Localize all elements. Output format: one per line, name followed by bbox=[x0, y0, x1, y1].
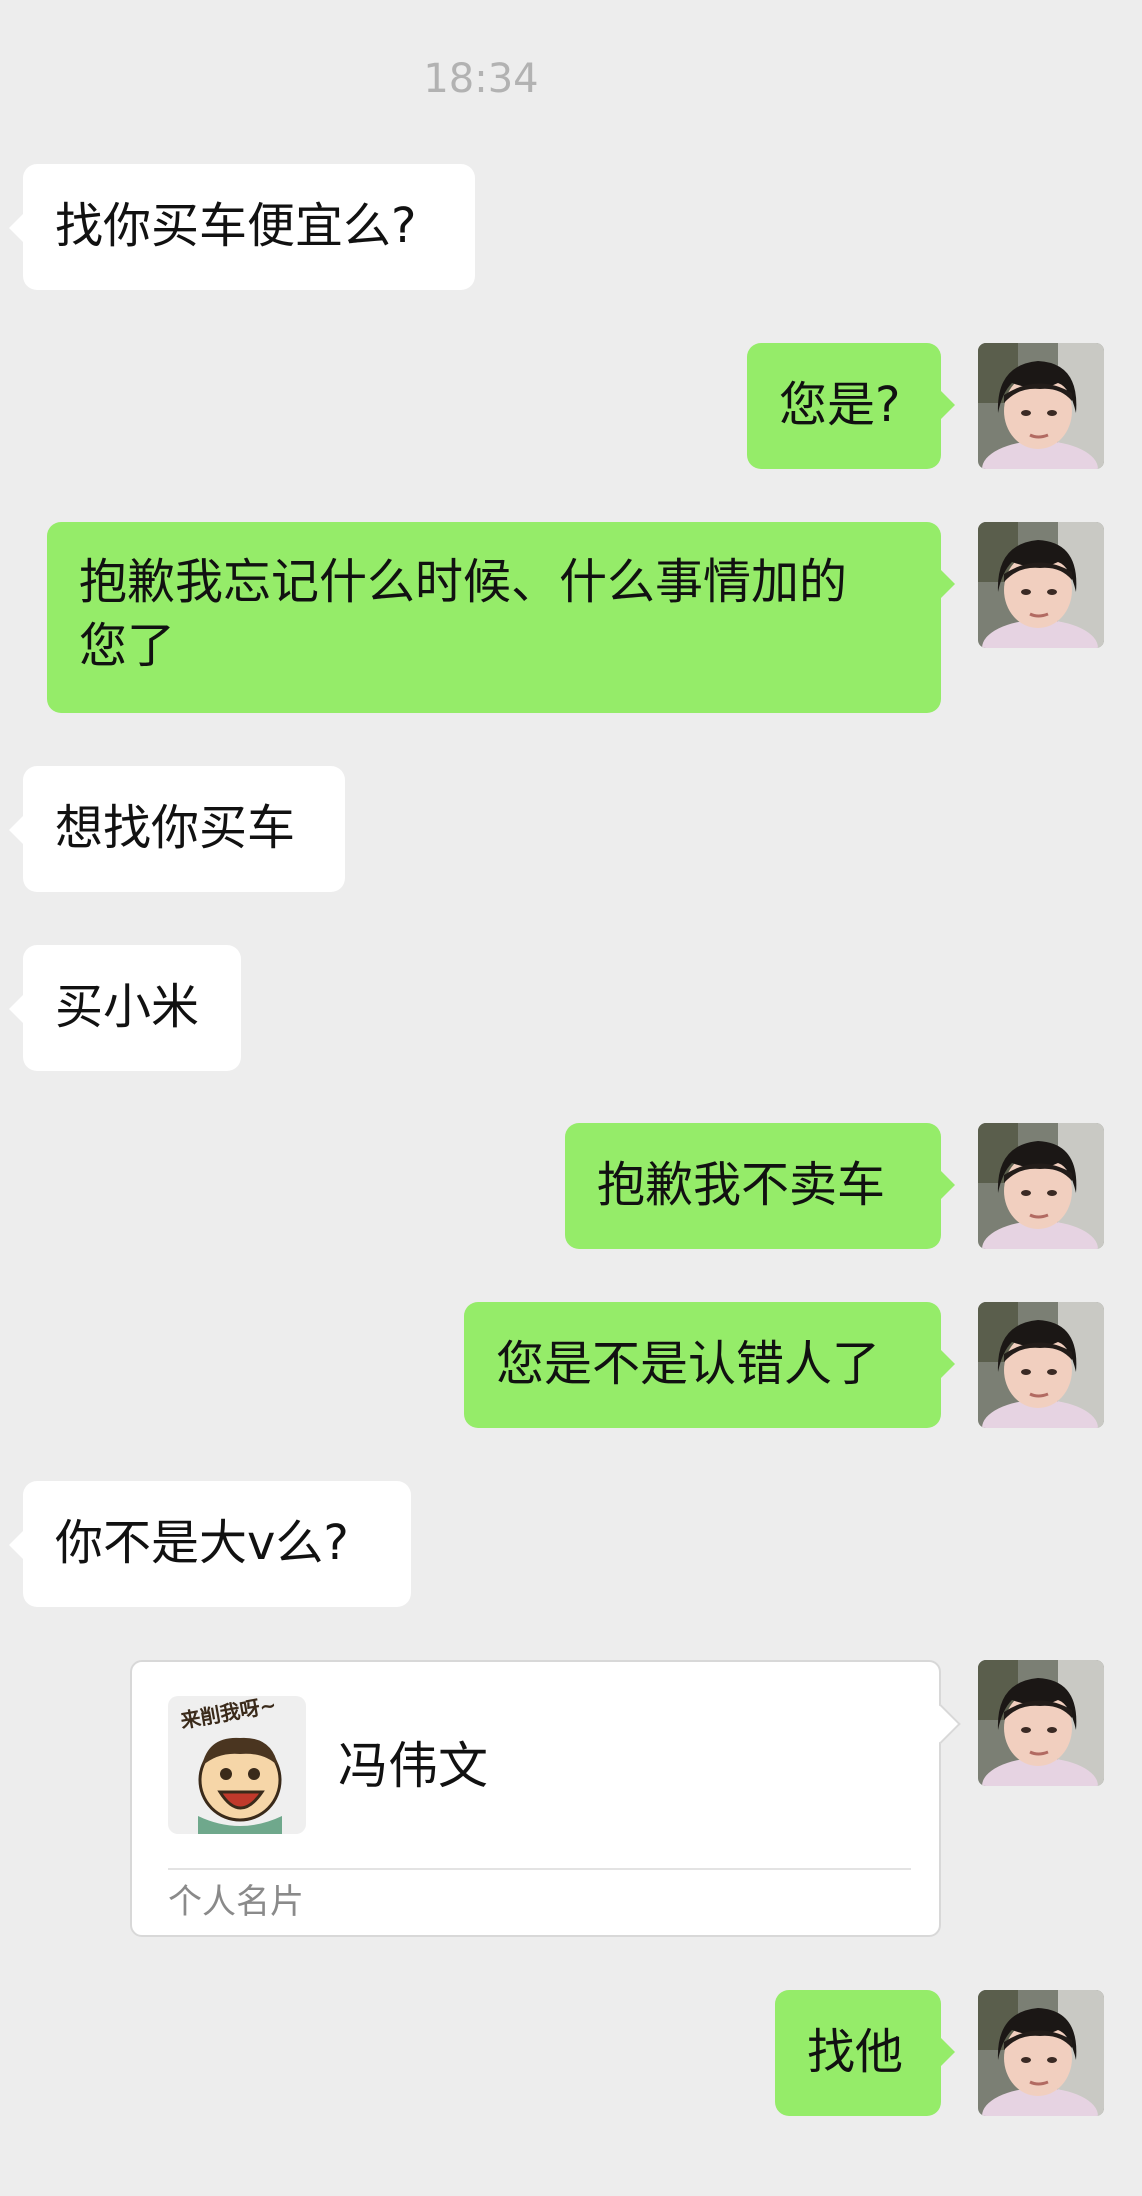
contact-card-label: 个人名片 bbox=[168, 1882, 304, 1922]
chat-timestamp: 18:34 bbox=[423, 56, 539, 102]
sticker-face-icon: 来削我呀~ bbox=[178, 1696, 282, 1834]
contact-card[interactable]: 来削我呀~ 冯伟文 个人名片 bbox=[130, 1660, 941, 1937]
user-avatar[interactable] bbox=[978, 522, 1104, 648]
message-bubble-incoming[interactable]: 想找你买车 bbox=[9, 766, 345, 892]
sticker-caption: 来削我呀~ bbox=[178, 1696, 278, 1733]
message-bubble-incoming[interactable]: 找你买车便宜么? bbox=[9, 164, 475, 290]
message-bubble-outgoing[interactable]: 找他 bbox=[775, 1990, 955, 2116]
message-bubble-incoming[interactable]: 买小米 bbox=[9, 945, 241, 1071]
user-avatar[interactable] bbox=[978, 1990, 1104, 2116]
message-bubble-incoming[interactable]: 你不是大v么? bbox=[9, 1481, 411, 1607]
avatar-photo-icon bbox=[978, 522, 1104, 648]
avatar-photo-icon bbox=[978, 343, 1104, 469]
contact-card-name: 冯伟文 bbox=[338, 1737, 488, 1795]
user-avatar[interactable] bbox=[978, 1302, 1104, 1428]
avatar-photo-icon bbox=[978, 1990, 1104, 2116]
message-bubble-outgoing[interactable]: 抱歉我忘记什么时候、什么事情加的 您了 bbox=[47, 522, 955, 713]
user-avatar[interactable] bbox=[978, 343, 1104, 469]
user-avatar[interactable] bbox=[978, 1660, 1104, 1786]
avatar-photo-icon bbox=[978, 1302, 1104, 1428]
contact-card-divider bbox=[168, 1868, 911, 1870]
contact-card-avatar: 来削我呀~ bbox=[168, 1696, 306, 1834]
message-bubble-outgoing[interactable]: 您是? bbox=[747, 343, 955, 469]
message-bubble-outgoing[interactable]: 抱歉我不卖车 bbox=[565, 1123, 955, 1249]
user-avatar[interactable] bbox=[978, 1123, 1104, 1249]
avatar-photo-icon bbox=[978, 1123, 1104, 1249]
message-bubble-outgoing[interactable]: 您是不是认错人了 bbox=[464, 1302, 955, 1428]
avatar-photo-icon bbox=[978, 1660, 1104, 1786]
